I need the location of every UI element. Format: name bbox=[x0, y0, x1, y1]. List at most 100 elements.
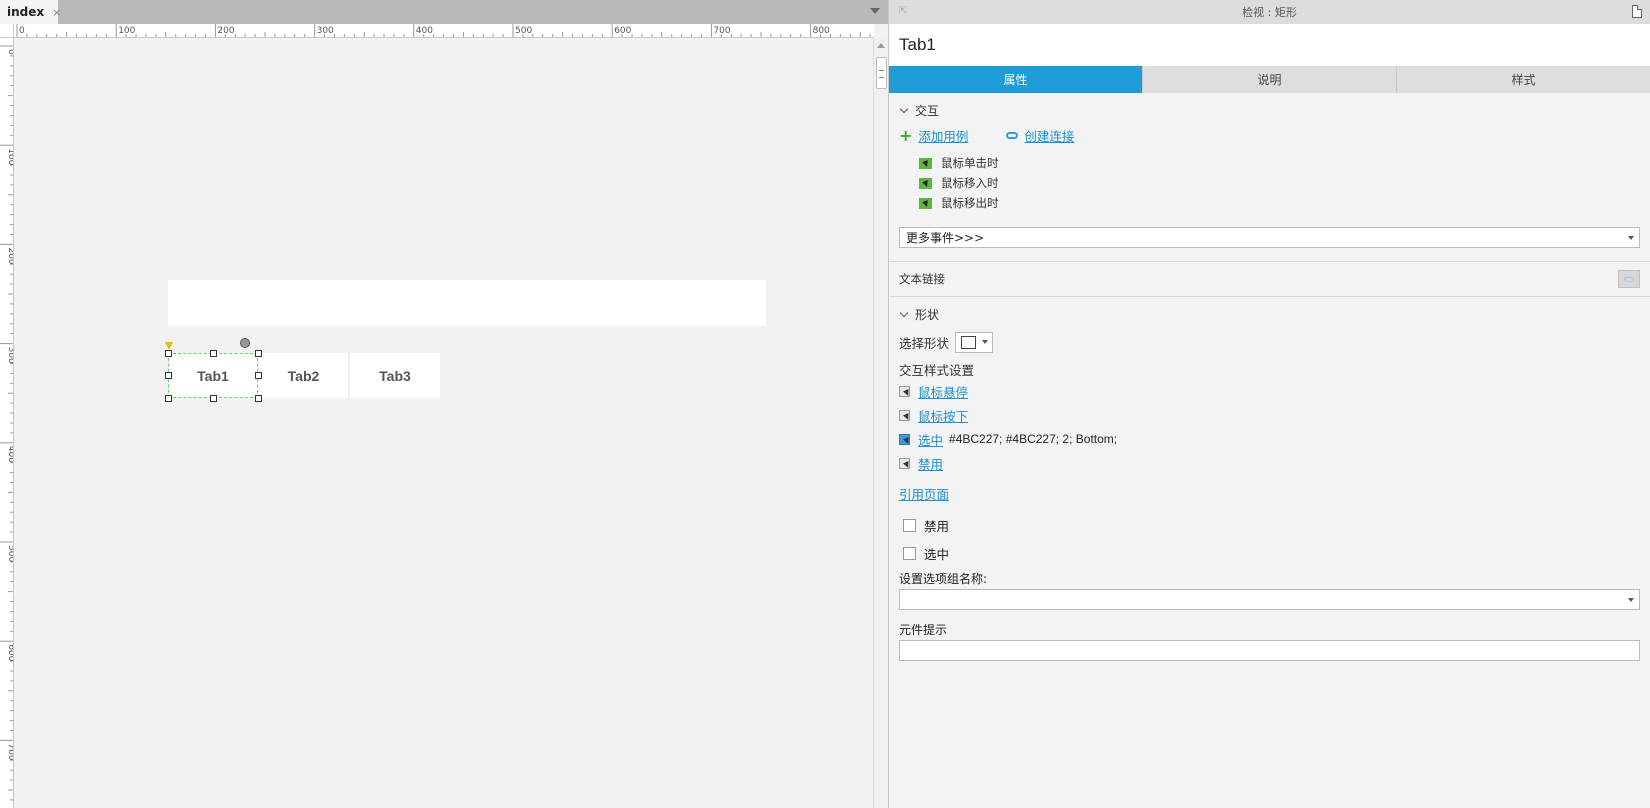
select-shape-label: 选择形状 bbox=[899, 335, 950, 351]
style-link-mouse-down[interactable]: 鼠标按下 bbox=[918, 406, 968, 425]
disabled-checkbox-row[interactable]: 禁用 bbox=[899, 511, 1640, 539]
document-tab-label: index bbox=[7, 5, 45, 19]
ruler-label: 200 bbox=[6, 247, 14, 264]
more-events-value: 更多事件>>> bbox=[906, 231, 985, 245]
selected-label: 选中 bbox=[924, 546, 950, 562]
shape-picker[interactable] bbox=[955, 331, 994, 353]
ruler-label: 0 bbox=[19, 26, 25, 36]
scroll-thumb[interactable] bbox=[876, 57, 887, 89]
text-link-button[interactable] bbox=[1618, 270, 1640, 288]
document-icon[interactable] bbox=[1632, 5, 1642, 18]
canvas-tab-label: Tab3 bbox=[379, 367, 411, 384]
ruler-corner bbox=[0, 24, 14, 38]
chevron-down-icon bbox=[1628, 598, 1634, 602]
style-item-mouse-down: 鼠标按下 bbox=[899, 403, 1640, 427]
ruler-label: 600 bbox=[6, 644, 14, 661]
canvas-vertical-scrollbar[interactable] bbox=[873, 38, 888, 808]
ruler-label: 700 bbox=[713, 26, 730, 36]
style-link-selected[interactable]: 选中 bbox=[918, 430, 943, 449]
resize-handle-right[interactable] bbox=[255, 372, 262, 379]
content-panel-rectangle[interactable] bbox=[168, 280, 766, 326]
inspector-body: 交互 + 添加用例 创建连接 鼠标单击时 鼠标移入时 鼠标移出时 更多事件>>>… bbox=[889, 97, 1650, 661]
anchor-marker-icon[interactable] bbox=[165, 342, 173, 350]
event-item-mouse-enter[interactable]: 鼠标移入时 bbox=[919, 173, 1640, 193]
document-tabbar: index × bbox=[0, 0, 888, 24]
event-label: 鼠标移出时 bbox=[941, 196, 999, 210]
cursor-style-icon bbox=[899, 457, 910, 469]
style-item-disabled: 禁用 bbox=[899, 451, 1640, 475]
canvas-area: index × 0 100 200 300 400 500 600 700 800 0 100 20… bbox=[0, 0, 888, 808]
close-icon[interactable]: × bbox=[52, 6, 61, 19]
event-list: 鼠标单击时 鼠标移入时 鼠标移出时 bbox=[899, 153, 1640, 213]
chevron-down-icon[interactable] bbox=[870, 8, 880, 14]
cursor-event-icon bbox=[919, 177, 932, 189]
interaction-styles-title: 交互样式设置 bbox=[899, 363, 975, 378]
horizontal-ruler: 0 100 200 300 400 500 600 700 800 bbox=[14, 24, 874, 38]
resize-handle-top-left[interactable] bbox=[165, 350, 172, 357]
canvas-tab-1[interactable]: Tab1 bbox=[168, 353, 258, 398]
resize-handle-bottom-left[interactable] bbox=[165, 395, 172, 402]
selected-checkbox[interactable] bbox=[903, 546, 916, 560]
divider bbox=[889, 296, 1650, 297]
ruler-label: 300 bbox=[317, 26, 334, 36]
more-events-dropdown[interactable]: 更多事件>>> bbox=[899, 227, 1640, 248]
rectangle-shape-icon bbox=[961, 335, 977, 349]
ruler-label: 100 bbox=[6, 148, 14, 165]
document-tab-index[interactable]: index × bbox=[0, 0, 61, 24]
canvas-tab-label: Tab1 bbox=[197, 367, 229, 384]
link-icon bbox=[1624, 276, 1634, 282]
rotation-handle[interactable] bbox=[240, 338, 250, 348]
vertical-ruler: 0 100 200 300 400 500 600 700 bbox=[0, 38, 14, 808]
create-link-link[interactable]: 创建连接 bbox=[1024, 126, 1074, 145]
element-name-field[interactable]: Tab1 bbox=[889, 24, 1650, 66]
cursor-style-icon bbox=[899, 385, 910, 397]
reference-page-link[interactable]: 引用页面 bbox=[899, 484, 949, 503]
canvas-tab-2[interactable]: Tab2 bbox=[259, 353, 349, 398]
selected-checkbox-row[interactable]: 选中 bbox=[899, 539, 1640, 567]
shape-section-title: 形状 bbox=[915, 307, 940, 322]
add-case-link[interactable]: 添加用例 bbox=[918, 126, 968, 145]
resize-handle-top-right[interactable] bbox=[255, 350, 262, 357]
inspector-title: 检视 : 矩形 bbox=[1242, 6, 1297, 19]
pin-icon[interactable]: ⇱ bbox=[899, 6, 907, 17]
style-value: #4BC227; #4BC227; 2; Bottom; bbox=[949, 432, 1118, 446]
ruler-label: 600 bbox=[614, 26, 631, 36]
tooltip-input[interactable] bbox=[899, 640, 1640, 661]
resize-handle-top[interactable] bbox=[210, 350, 217, 357]
ruler-label: 500 bbox=[515, 26, 532, 36]
text-link-label: 文本链接 bbox=[899, 272, 945, 286]
ruler-label: 400 bbox=[6, 446, 14, 463]
link-icon bbox=[1006, 131, 1019, 139]
tab-properties[interactable]: 属性 bbox=[889, 66, 1143, 93]
ruler-label: 300 bbox=[6, 347, 14, 364]
style-link-hover[interactable]: 鼠标悬停 bbox=[918, 382, 968, 401]
plus-icon: + bbox=[899, 125, 913, 145]
chevron-down-icon bbox=[899, 308, 909, 317]
disabled-label: 禁用 bbox=[924, 518, 950, 534]
app-window: index × 0 100 200 300 400 500 600 700 800 0 100 20… bbox=[0, 0, 1650, 808]
style-link-disabled[interactable]: 禁用 bbox=[918, 454, 943, 473]
inspector-tabs: 属性 说明 样式 bbox=[889, 66, 1650, 93]
scroll-up-icon[interactable] bbox=[877, 43, 885, 48]
cursor-event-icon bbox=[919, 157, 932, 169]
style-item-hover: 鼠标悬停 bbox=[899, 379, 1640, 403]
option-group-dropdown[interactable] bbox=[899, 589, 1640, 610]
ruler-label: 100 bbox=[118, 26, 135, 36]
resize-handle-bottom-right[interactable] bbox=[255, 395, 262, 402]
tab-style[interactable]: 样式 bbox=[1397, 66, 1650, 93]
chevron-down-icon bbox=[982, 340, 989, 344]
interaction-section-header[interactable]: 交互 bbox=[899, 97, 1640, 123]
shape-section-header[interactable]: 形状 bbox=[899, 301, 1640, 327]
tab-notes[interactable]: 说明 bbox=[1143, 66, 1397, 93]
ruler-label: 400 bbox=[416, 26, 433, 36]
ruler-label: 800 bbox=[813, 26, 830, 36]
option-group-label: 设置选项组名称: bbox=[899, 572, 988, 586]
event-item-mouse-leave[interactable]: 鼠标移出时 bbox=[919, 193, 1640, 213]
canvas-tab-3[interactable]: Tab3 bbox=[350, 353, 440, 398]
resize-handle-bottom[interactable] bbox=[210, 395, 217, 402]
event-label: 鼠标移入时 bbox=[941, 176, 999, 190]
resize-handle-left[interactable] bbox=[165, 372, 172, 379]
disabled-checkbox[interactable] bbox=[903, 518, 916, 532]
event-label: 鼠标单击时 bbox=[941, 156, 999, 170]
event-item-click[interactable]: 鼠标单击时 bbox=[919, 153, 1640, 173]
